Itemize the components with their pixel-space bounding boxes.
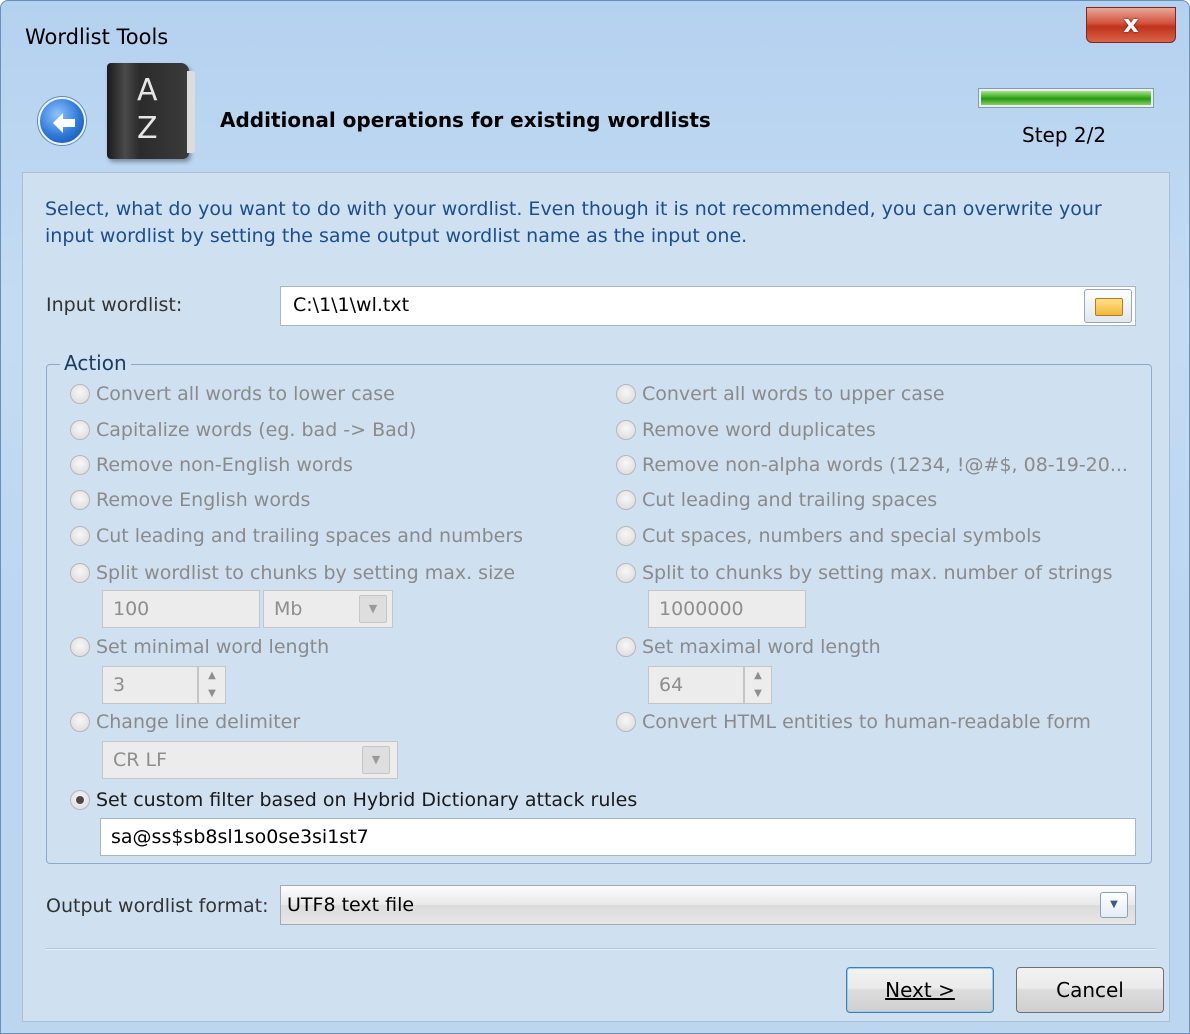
- cancel-button[interactable]: Cancel: [1016, 967, 1164, 1013]
- radio-split-by-size[interactable]: Split wordlist to chunks by setting max.…: [70, 562, 515, 584]
- max-length-input[interactable]: 64: [648, 666, 744, 704]
- radio-indicator: [70, 637, 90, 657]
- radio-custom-filter[interactable]: Set custom filter based on Hybrid Dictio…: [70, 789, 637, 811]
- radio-cut-special[interactable]: Cut spaces, numbers and special symbols: [616, 525, 1041, 547]
- back-button[interactable]: [38, 97, 86, 145]
- min-length-spinner[interactable]: ▲ ▼: [198, 666, 226, 704]
- step-label: Step 2/2: [1022, 123, 1107, 147]
- custom-filter-input[interactable]: sa@ss$sb8sl1so0se3si1st7: [100, 818, 1136, 856]
- radio-indicator-checked: [70, 790, 90, 810]
- radio-cut-spaces[interactable]: Cut leading and trailing spaces: [616, 489, 937, 511]
- browse-button[interactable]: [1084, 289, 1132, 323]
- radio-label: Cut leading and trailing spaces and numb…: [96, 525, 524, 547]
- radio-max-length[interactable]: Set maximal word length: [616, 636, 881, 658]
- radio-label: Split wordlist to chunks by setting max.…: [96, 562, 516, 584]
- dictionary-book-icon: A Z: [107, 63, 195, 159]
- radio-indicator: [616, 712, 636, 732]
- progress-fill: [981, 91, 1151, 105]
- radio-remove-english[interactable]: Remove English words: [70, 489, 310, 511]
- radio-label: Change line delimiter: [96, 711, 301, 733]
- radio-indicator: [70, 563, 90, 583]
- book-pages: [187, 71, 195, 153]
- book-letter-a: A: [137, 73, 158, 108]
- radio-label: Convert all words to lower case: [96, 383, 395, 405]
- radio-indicator: [70, 455, 90, 475]
- output-format-select[interactable]: UTF8 text file: [280, 885, 1136, 925]
- radio-label: Split to chunks by setting max. number o…: [642, 562, 1113, 584]
- radio-remove-non-english[interactable]: Remove non-English words: [70, 454, 353, 476]
- close-button[interactable]: x: [1086, 7, 1176, 43]
- radio-label: Remove non-alpha words (1234, !@#$, 08-1…: [642, 454, 1128, 476]
- radio-upper-case[interactable]: Convert all words to upper case: [616, 383, 945, 405]
- radio-indicator: [70, 712, 90, 732]
- input-wordlist-field[interactable]: C:\1\1\wl.txt: [280, 286, 1136, 326]
- radio-split-by-strings[interactable]: Split to chunks by setting max. number o…: [616, 562, 1113, 584]
- radio-indicator: [70, 490, 90, 510]
- output-format-label: Output wordlist format:: [46, 895, 269, 917]
- radio-label: Convert HTML entities to human-readable …: [642, 711, 1091, 733]
- chevron-down-icon: ▼: [362, 746, 390, 774]
- radio-indicator: [616, 384, 636, 404]
- spin-up-icon[interactable]: ▲: [745, 667, 771, 685]
- radio-label: Convert all words to upper case: [642, 383, 945, 405]
- radio-indicator: [616, 455, 636, 475]
- step-progress-bar: [978, 88, 1154, 108]
- next-button[interactable]: Next >: [846, 967, 994, 1013]
- radio-indicator: [70, 526, 90, 546]
- radio-label: Set minimal word length: [96, 636, 330, 658]
- radio-indicator: [70, 420, 90, 440]
- next-label: Next >: [885, 978, 955, 1002]
- radio-remove-duplicates[interactable]: Remove word duplicates: [616, 419, 876, 441]
- radio-label: Set custom filter based on Hybrid Dictio…: [96, 789, 638, 811]
- chunk-size-input[interactable]: 100: [102, 590, 260, 628]
- chevron-down-icon[interactable]: ▼: [1100, 892, 1128, 918]
- radio-label: Set maximal word length: [642, 636, 881, 658]
- folder-icon: [1095, 298, 1123, 316]
- radio-indicator: [616, 637, 636, 657]
- radio-indicator: [616, 490, 636, 510]
- radio-remove-non-alpha[interactable]: Remove non-alpha words (1234, !@#$, 08-1…: [616, 454, 1128, 476]
- back-arrow-icon: [53, 113, 75, 133]
- window-title: Wordlist Tools: [25, 25, 169, 49]
- radio-line-delimiter[interactable]: Change line delimiter: [70, 711, 300, 733]
- radio-label: Cut spaces, numbers and special symbols: [642, 525, 1042, 547]
- page-title: Additional operations for existing wordl…: [220, 108, 711, 132]
- radio-label: Remove English words: [96, 489, 311, 511]
- spin-down-icon[interactable]: ▼: [199, 685, 225, 703]
- radio-min-length[interactable]: Set minimal word length: [70, 636, 329, 658]
- radio-indicator: [616, 563, 636, 583]
- chunk-strings-input[interactable]: 1000000: [648, 590, 806, 628]
- radio-label: Cut leading and trailing spaces: [642, 489, 938, 511]
- radio-indicator: [70, 384, 90, 404]
- book-letter-z: Z: [137, 111, 158, 146]
- spin-up-icon[interactable]: ▲: [199, 667, 225, 685]
- radio-lower-case[interactable]: Convert all words to lower case: [70, 383, 395, 405]
- line-delimiter-select[interactable]: CR LF: [102, 741, 398, 779]
- radio-label: Capitalize words (eg. bad -> Bad): [96, 419, 417, 441]
- chevron-down-icon: ▼: [359, 595, 387, 623]
- radio-label: Remove word duplicates: [642, 419, 876, 441]
- divider: [46, 948, 1156, 950]
- max-length-spinner[interactable]: ▲ ▼: [744, 666, 772, 704]
- input-wordlist-label: Input wordlist:: [46, 294, 183, 316]
- intro-text: Select, what do you want to do with your…: [45, 198, 1102, 247]
- spin-down-icon[interactable]: ▼: [745, 685, 771, 703]
- radio-indicator: [616, 420, 636, 440]
- radio-capitalize[interactable]: Capitalize words (eg. bad -> Bad): [70, 419, 416, 441]
- action-group-title: Action: [60, 351, 131, 375]
- radio-html-entities[interactable]: Convert HTML entities to human-readable …: [616, 711, 1091, 733]
- radio-cut-spaces-numbers[interactable]: Cut leading and trailing spaces and numb…: [70, 525, 523, 547]
- radio-label: Remove non-English words: [96, 454, 353, 476]
- radio-indicator: [616, 526, 636, 546]
- min-length-input[interactable]: 3: [102, 666, 198, 704]
